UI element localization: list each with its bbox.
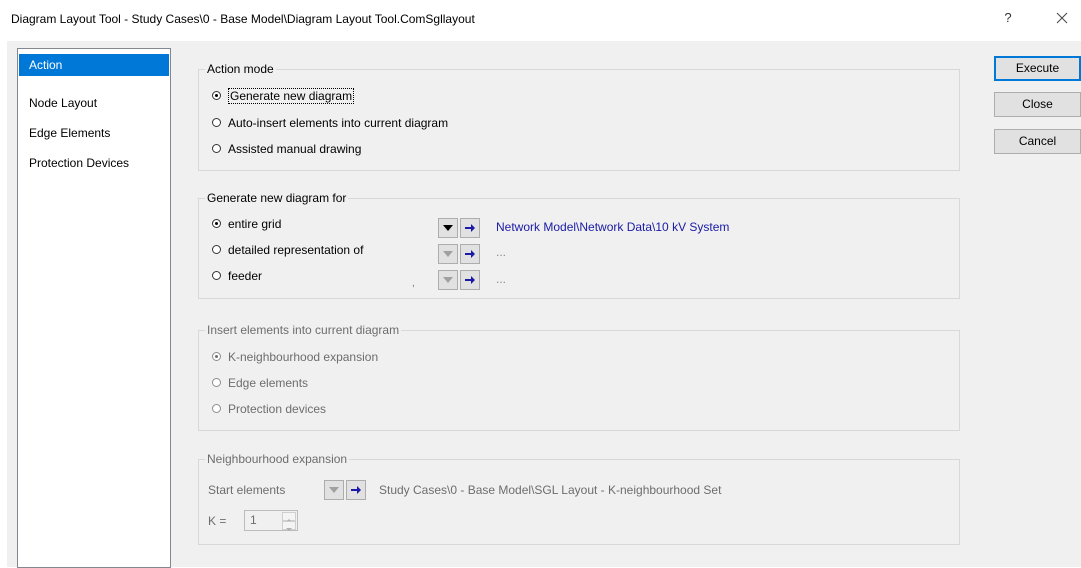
close-icon — [1056, 12, 1068, 24]
radio-label: feeder — [228, 269, 263, 283]
action-mode-title: Action mode — [205, 62, 276, 76]
jump-to-button[interactable] — [460, 218, 480, 238]
stray-mark: , — [412, 278, 415, 289]
radio-detailed-representation[interactable]: detailed representation of — [212, 242, 363, 258]
nav-item-protection-devices[interactable]: Protection Devices — [19, 152, 169, 174]
arrow-right-icon — [351, 486, 361, 494]
radio-icon — [212, 378, 221, 388]
detailed-picker — [438, 244, 486, 264]
help-button[interactable]: ? — [1001, 10, 1015, 25]
radio-edge-elements[interactable]: Edge elements — [212, 375, 308, 391]
radio-label: Generate new diagram — [228, 88, 355, 104]
radio-selected-icon — [212, 352, 221, 362]
radio-icon — [212, 404, 221, 414]
spin-down-button[interactable] — [282, 521, 296, 531]
select-dropdown-button[interactable] — [324, 480, 344, 500]
arrow-right-icon — [465, 276, 475, 284]
radio-generate-new-diagram[interactable]: Generate new diagram — [212, 88, 355, 104]
neighbourhood-title: Neighbourhood expansion — [205, 452, 350, 466]
generate-for-group: Generate new diagram for entire grid det… — [198, 191, 960, 299]
radio-icon — [212, 271, 221, 281]
k-label: K = — [208, 514, 227, 528]
select-dropdown-button[interactable] — [438, 270, 458, 290]
start-elements-label: Start elements — [208, 483, 286, 497]
action-mode-group: Action mode Generate new diagram Auto-in… — [198, 62, 960, 171]
window-title: Diagram Layout Tool - Study Cases\0 - Ba… — [11, 12, 475, 26]
radio-selected-icon — [212, 91, 221, 101]
close-window-button[interactable] — [1052, 8, 1072, 28]
radio-label: entire grid — [228, 217, 282, 231]
start-elements-picker — [324, 480, 372, 500]
radio-label: detailed representation of — [228, 243, 364, 257]
start-elements-value: Study Cases\0 - Base Model\SGL Layout - … — [379, 483, 722, 497]
radio-icon — [212, 144, 221, 154]
triangle-down-icon — [329, 487, 339, 493]
generate-for-title: Generate new diagram for — [205, 191, 349, 205]
triangle-down-icon — [443, 225, 453, 231]
dialog-body: Action Node Layout Edge Elements Protect… — [7, 41, 1081, 568]
execute-button[interactable]: Execute — [994, 56, 1081, 81]
radio-feeder[interactable]: feeder — [212, 268, 262, 284]
cancel-button[interactable]: Cancel — [994, 129, 1081, 154]
insert-elements-group: Insert elements into current diagram K-n… — [198, 323, 960, 431]
radio-selected-icon — [212, 219, 221, 229]
k-spinner[interactable]: 1 — [244, 510, 298, 531]
arrow-right-icon — [465, 250, 475, 258]
radio-k-neighbourhood[interactable]: K-neighbourhood expansion — [212, 349, 378, 365]
radio-label: K-neighbourhood expansion — [228, 350, 379, 364]
radio-icon — [212, 245, 221, 255]
radio-label: Edge elements — [228, 376, 309, 390]
triangle-down-icon — [443, 251, 453, 257]
radio-icon — [212, 118, 221, 128]
feeder-value: ... — [496, 272, 507, 286]
spin-up-button[interactable] — [282, 512, 296, 522]
nav-item-action[interactable]: Action — [19, 54, 169, 76]
jump-to-button[interactable] — [460, 244, 480, 264]
close-button[interactable]: Close — [994, 92, 1081, 117]
nav-item-node-layout[interactable]: Node Layout — [19, 92, 169, 114]
k-value: 1 — [250, 513, 257, 527]
nav-item-edge-elements[interactable]: Edge Elements — [19, 122, 169, 144]
detailed-value: ... — [496, 245, 507, 259]
select-dropdown-button[interactable] — [438, 244, 458, 264]
arrow-right-icon — [465, 224, 475, 232]
radio-label: Protection devices — [228, 402, 327, 416]
radio-entire-grid[interactable]: entire grid — [212, 216, 281, 232]
title-bar: Diagram Layout Tool - Study Cases\0 - Ba… — [0, 0, 1081, 40]
neighbourhood-group: Neighbourhood expansion Start elements S… — [198, 452, 960, 545]
radio-auto-insert[interactable]: Auto-insert elements into current diagra… — [212, 115, 448, 131]
insert-elements-title: Insert elements into current diagram — [205, 323, 402, 337]
radio-label: Assisted manual drawing — [228, 142, 362, 156]
triangle-down-icon — [286, 528, 292, 531]
radio-label: Auto-insert elements into current diagra… — [228, 116, 449, 130]
page-navigation: Action Node Layout Edge Elements Protect… — [17, 48, 171, 568]
feeder-picker — [438, 270, 486, 290]
radio-assisted-drawing[interactable]: Assisted manual drawing — [212, 141, 361, 157]
entire-grid-value[interactable]: Network Model\Network Data\10 kV System — [496, 220, 729, 234]
triangle-down-icon — [443, 277, 453, 283]
jump-to-button[interactable] — [460, 270, 480, 290]
select-dropdown-button[interactable] — [438, 218, 458, 238]
entire-grid-picker — [438, 218, 486, 238]
radio-protection-devices[interactable]: Protection devices — [212, 401, 326, 417]
jump-to-button[interactable] — [346, 480, 366, 500]
